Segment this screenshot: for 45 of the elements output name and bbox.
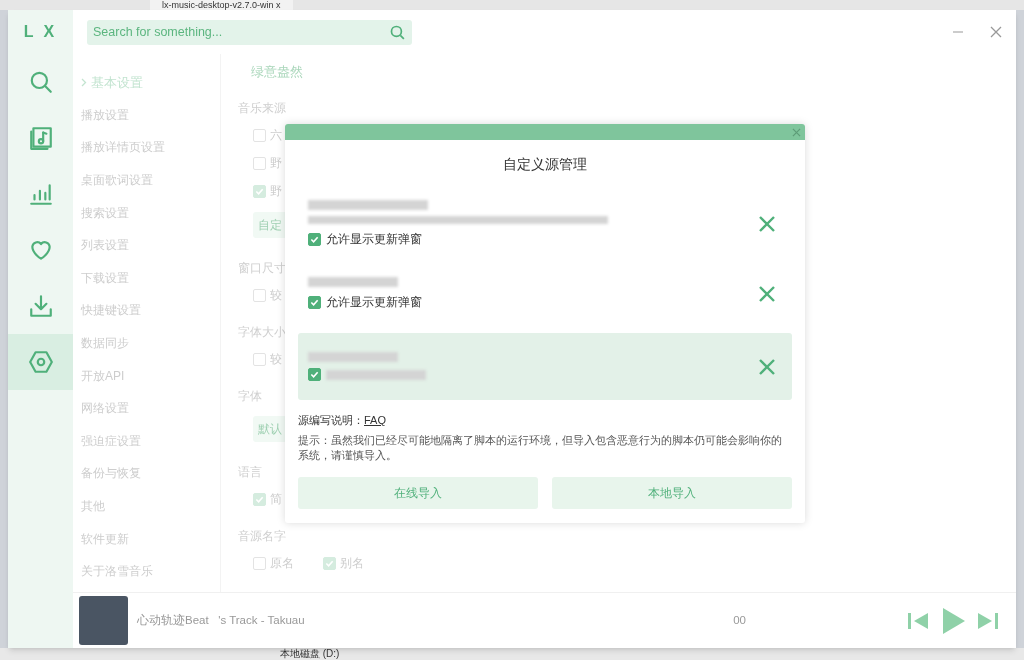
- checkmark-icon: [310, 297, 319, 307]
- checkmark-icon: [310, 234, 319, 244]
- faq-link[interactable]: FAQ: [364, 412, 386, 429]
- checkbox[interactable]: [308, 368, 321, 381]
- theme-name: 绿意盎然: [250, 63, 303, 82]
- chevron-icon: [81, 77, 87, 87]
- close-icon[interactable]: [990, 26, 1002, 38]
- close-icon[interactable]: [792, 127, 801, 137]
- background-tab[interactable]: lx-music-desktop-v2.7.0-win x: [150, 0, 293, 10]
- search-field[interactable]: Search for something...: [87, 19, 412, 45]
- next-track-icon[interactable]: [976, 611, 1000, 630]
- settings-button[interactable]: 默认: [253, 416, 287, 442]
- checkmark-icon: [255, 186, 264, 196]
- settings-button[interactable]: 自定: [253, 212, 287, 238]
- drive-label: 本地磁盘 (D:): [280, 648, 340, 660]
- source-item[interactable]: [298, 333, 792, 400]
- dialog-title: 自定义源管理: [502, 155, 588, 174]
- previous-track-icon[interactable]: [906, 611, 930, 630]
- app-logo: L X: [23, 22, 58, 42]
- remove-icon[interactable]: [758, 357, 776, 376]
- checkmark-icon: [325, 558, 334, 568]
- checkmark-icon: [310, 370, 319, 379]
- checkbox[interactable]: [308, 295, 321, 309]
- remove-icon[interactable]: [758, 285, 776, 303]
- import-button[interactable]: 在线导入: [298, 476, 538, 509]
- search-icon[interactable]: [389, 23, 406, 41]
- remove-icon[interactable]: [758, 215, 776, 233]
- checkbox-label: 允许显示更新弹窗: [326, 231, 422, 248]
- hint-text: 提示：虽然我们已经尽可能地隔离了脚本的运行环境，但导入包含恶意行为的脚本仍可能会影响你的系统，请谨慎导入。: [297, 432, 783, 463]
- settings-menu-item[interactable]: 基本设置: [81, 66, 220, 99]
- track-title: 心动轨迹Beat 's Track - Takuau: [137, 612, 305, 628]
- checkmark-icon: [255, 494, 264, 504]
- download-icon: [27, 293, 54, 319]
- faq-label: 源编写说明：: [298, 413, 364, 428]
- import-button[interactable]: 本地导入: [552, 476, 792, 509]
- settings-icon: [27, 349, 54, 375]
- play-icon[interactable]: [940, 606, 966, 635]
- bar-chart-icon: [27, 181, 54, 207]
- search-input[interactable]: Search for something...: [93, 22, 389, 42]
- sidebar-nav-item[interactable]: [8, 334, 73, 390]
- checkbox[interactable]: [308, 232, 321, 246]
- music-note-icon: [27, 125, 54, 151]
- album-art-placeholder: [79, 596, 128, 645]
- play-time: 00: [733, 612, 746, 628]
- checkbox-label: 允许显示更新弹窗: [326, 294, 422, 311]
